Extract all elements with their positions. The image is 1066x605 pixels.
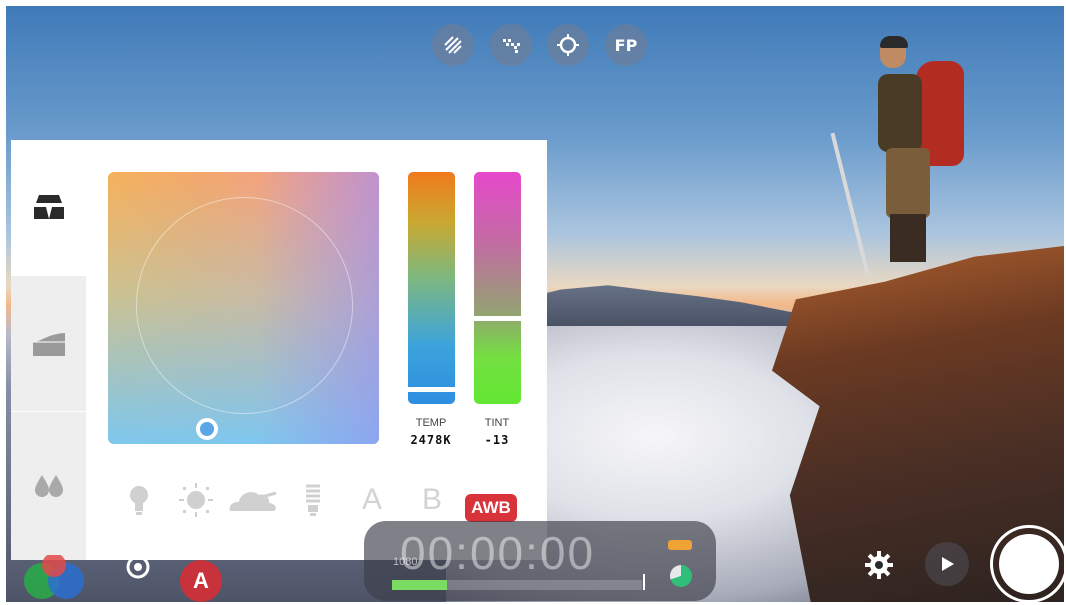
color-wheel-button[interactable] xyxy=(22,553,88,600)
preset-a[interactable]: A xyxy=(352,480,392,520)
preset-tungsten[interactable] xyxy=(124,480,154,520)
tab-color[interactable] xyxy=(11,412,86,560)
peaking-icon xyxy=(503,39,520,53)
color-wheel-icon xyxy=(24,553,84,599)
focus-button[interactable] xyxy=(118,555,158,585)
playback-button[interactable] xyxy=(925,542,969,586)
preset-cloudy[interactable] xyxy=(226,480,278,520)
zebra-icon xyxy=(444,36,462,54)
tint-label: TINT xyxy=(484,417,510,429)
fluorescent-bulb-icon xyxy=(306,484,320,516)
record-icon xyxy=(999,534,1059,594)
tint-slider[interactable] xyxy=(474,172,521,404)
auto-mode-label: A xyxy=(193,568,209,593)
cloud-icon xyxy=(229,491,277,511)
audio-level xyxy=(392,580,447,590)
storage-icon xyxy=(670,565,692,587)
exposure-button[interactable] xyxy=(547,24,589,66)
preset-fluorescent[interactable] xyxy=(298,480,328,520)
focus-icon xyxy=(126,555,150,579)
exposure-icon xyxy=(557,34,579,56)
color-drops-icon xyxy=(34,475,63,497)
white-balance-panel: TEMP 2478K TINT -13 A B AWB xyxy=(11,140,547,560)
gear-icon xyxy=(865,551,893,579)
fp-button[interactable]: FP xyxy=(605,24,647,66)
tint-slider-thumb[interactable] xyxy=(474,316,521,321)
temperature-slider-thumb[interactable] xyxy=(408,387,455,392)
auto-mode-button[interactable]: A xyxy=(180,560,222,602)
sun-icon xyxy=(179,483,213,517)
curve-icon xyxy=(32,332,65,356)
zebra-button[interactable] xyxy=(432,24,474,66)
timecode: 00:00:00 xyxy=(400,527,596,579)
preset-daylight[interactable] xyxy=(176,480,216,520)
temp-label: TEMP xyxy=(415,417,447,429)
color-field-guide xyxy=(136,197,353,414)
hiker xyxy=(830,36,974,276)
auto-white-balance-button[interactable]: AWB xyxy=(465,494,517,522)
temperature-slider[interactable] xyxy=(408,172,455,404)
color-temperature-field[interactable] xyxy=(108,172,379,444)
preset-b[interactable]: B xyxy=(412,480,452,520)
tab-white-balance[interactable] xyxy=(11,140,86,275)
color-field-handle[interactable] xyxy=(196,418,218,440)
tint-value: -13 xyxy=(484,433,510,447)
temp-value: 2478K xyxy=(410,433,452,447)
audio-peak-marker xyxy=(643,574,645,590)
play-icon xyxy=(942,557,954,571)
focus-peaking-button[interactable] xyxy=(490,24,532,66)
tab-curve[interactable] xyxy=(11,276,86,411)
audio-meter xyxy=(392,580,642,590)
fp-label: FP xyxy=(614,35,638,55)
white-balance-icon xyxy=(33,194,64,219)
panel-tabs xyxy=(11,140,86,560)
lightbulb-icon xyxy=(130,486,148,515)
battery-icon xyxy=(668,540,692,550)
settings-button[interactable] xyxy=(862,548,896,582)
record-button[interactable] xyxy=(990,525,1066,603)
